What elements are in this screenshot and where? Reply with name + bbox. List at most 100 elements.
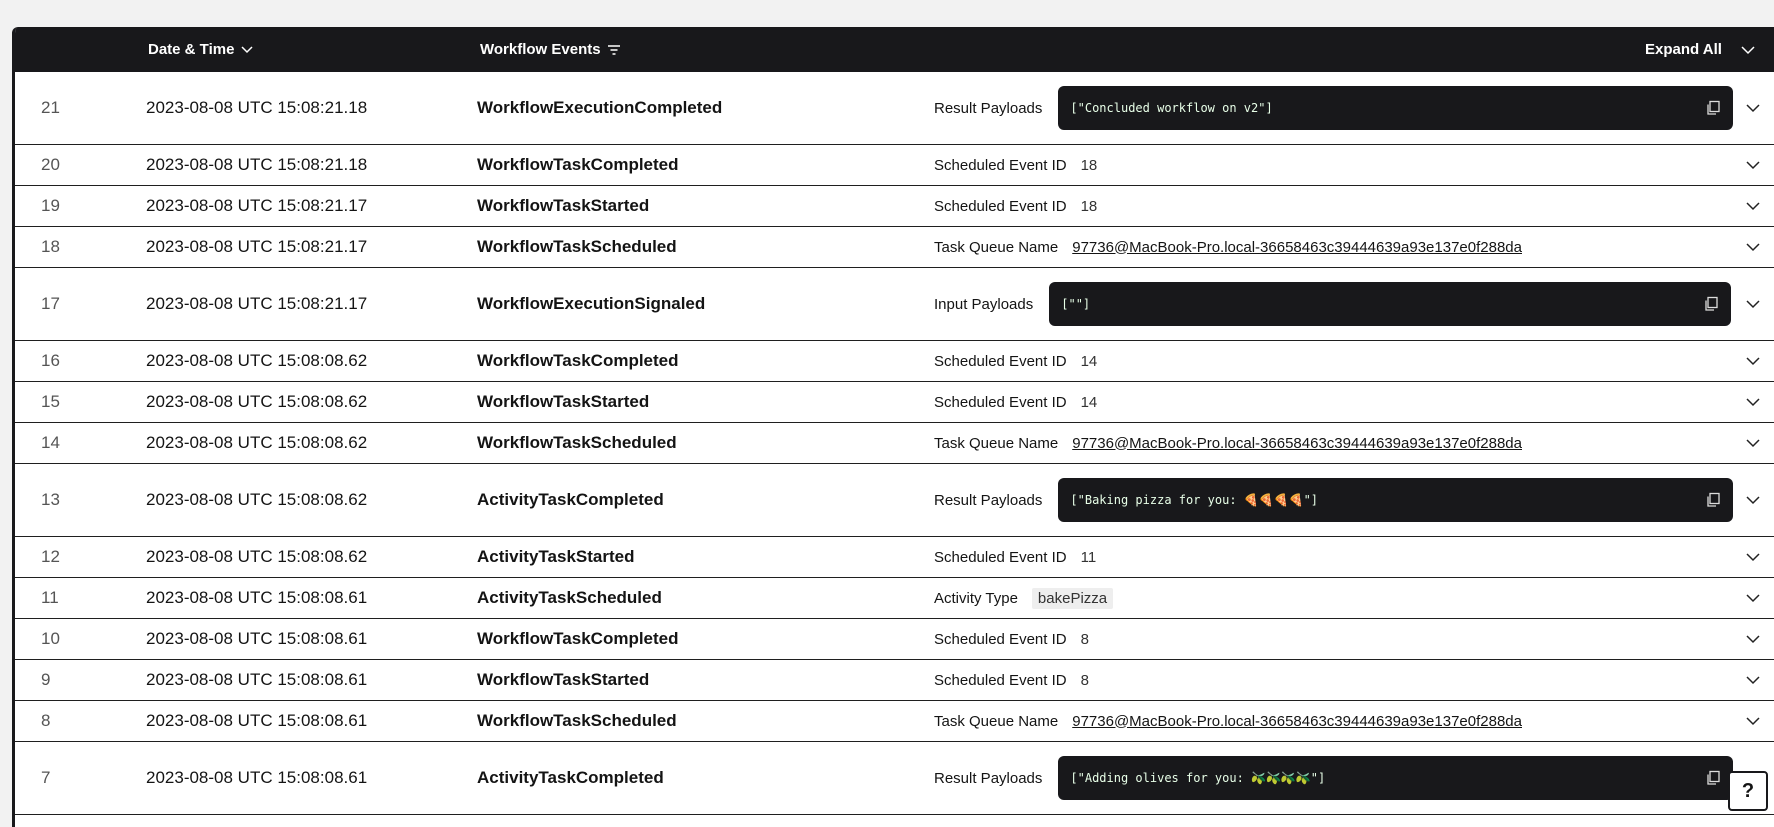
chevron-down-icon bbox=[1746, 104, 1760, 113]
event-type: WorkflowTaskScheduled bbox=[477, 711, 677, 730]
row-expand-toggle[interactable] bbox=[1745, 145, 1761, 185]
event-row[interactable]: 8 2023-08-08 UTC 15:08:08.61 WorkflowTaskS… bbox=[15, 701, 1774, 742]
event-detail: Result Payloads ["Baking pizza for you: 🍕… bbox=[934, 464, 1734, 536]
row-expand-toggle[interactable] bbox=[1745, 72, 1761, 144]
row-expand-toggle[interactable] bbox=[1745, 537, 1761, 577]
event-row[interactable]: 11 2023-08-08 UTC 15:08:08.61 ActivityTask… bbox=[15, 578, 1774, 619]
event-timestamp: 2023-08-08 UTC 15:08:21.18 bbox=[146, 155, 368, 174]
expand-all-button[interactable]: Expand All bbox=[1645, 27, 1756, 72]
event-row[interactable]: 18 2023-08-08 UTC 15:08:21.17 WorkflowTask… bbox=[15, 227, 1774, 268]
event-row[interactable]: 16 2023-08-08 UTC 15:08:08.62 WorkflowTask… bbox=[15, 341, 1774, 382]
event-row[interactable]: 15 2023-08-08 UTC 15:08:08.62 WorkflowTask… bbox=[15, 382, 1774, 423]
event-detail: Task Queue Name 97736@MacBook-Pro.local-3… bbox=[934, 423, 1522, 463]
event-id: 17 bbox=[41, 294, 60, 313]
event-row[interactable]: 7 2023-08-08 UTC 15:08:08.61 ActivityTaskC… bbox=[15, 742, 1774, 815]
filter-icon bbox=[607, 44, 620, 55]
row-expand-toggle[interactable] bbox=[1745, 227, 1761, 267]
event-timestamp: 2023-08-08 UTC 15:08:08.62 bbox=[146, 351, 368, 370]
event-timestamp: 2023-08-08 UTC 15:08:21.17 bbox=[146, 196, 368, 215]
event-detail: Result Payloads ["Adding olives for you: … bbox=[934, 742, 1734, 814]
row-expand-toggle[interactable] bbox=[1745, 701, 1761, 741]
payload-code-block: [""] bbox=[1049, 282, 1732, 326]
event-row[interactable]: 12 2023-08-08 UTC 15:08:08.62 ActivityTask… bbox=[15, 537, 1774, 578]
event-id: 21 bbox=[41, 98, 60, 117]
row-expand-toggle[interactable] bbox=[1745, 464, 1761, 536]
chevron-down-icon bbox=[1746, 553, 1760, 562]
event-rows: 21 2023-08-08 UTC 15:08:21.18 WorkflowExec… bbox=[15, 72, 1774, 815]
event-id: 18 bbox=[41, 237, 60, 256]
detail-label: Task Queue Name bbox=[934, 434, 1059, 452]
row-expand-toggle[interactable] bbox=[1745, 382, 1761, 422]
detail-label: Scheduled Event ID bbox=[934, 156, 1067, 174]
task-queue-link[interactable]: 97736@MacBook-Pro.local-36658463c3944463… bbox=[1072, 435, 1522, 452]
event-timestamp: 2023-08-08 UTC 15:08:08.61 bbox=[146, 711, 368, 730]
event-id: 9 bbox=[41, 670, 51, 689]
workflow-events-filter[interactable]: Workflow Events bbox=[480, 27, 621, 72]
event-id: 11 bbox=[41, 588, 59, 607]
row-expand-toggle[interactable] bbox=[1745, 186, 1761, 226]
row-expand-toggle[interactable] bbox=[1745, 619, 1761, 659]
event-row[interactable]: 20 2023-08-08 UTC 15:08:21.18 WorkflowTask… bbox=[15, 145, 1774, 186]
event-detail: Scheduled Event ID 18 bbox=[934, 145, 1097, 185]
event-timestamp: 2023-08-08 UTC 15:08:08.62 bbox=[146, 433, 368, 452]
date-time-sort[interactable]: Date & Time bbox=[148, 27, 254, 72]
event-detail: Result Payloads ["Concluded workflow on v… bbox=[934, 72, 1734, 144]
task-queue-link[interactable]: 97736@MacBook-Pro.local-36658463c3944463… bbox=[1072, 713, 1522, 730]
event-id: 7 bbox=[41, 768, 51, 787]
detail-label: Scheduled Event ID bbox=[934, 393, 1067, 411]
event-id: 16 bbox=[41, 351, 60, 370]
event-type: WorkflowTaskCompleted bbox=[477, 629, 679, 648]
event-timestamp: 2023-08-08 UTC 15:08:21.17 bbox=[146, 237, 368, 256]
copy-icon[interactable] bbox=[1703, 296, 1719, 312]
payload-code-block: ["Adding olives for you: 🫒🫒🫒🫒"] bbox=[1058, 756, 1734, 800]
event-type: ActivityTaskStarted bbox=[477, 547, 635, 566]
row-expand-toggle[interactable] bbox=[1745, 341, 1761, 381]
payload-value: ["Concluded workflow on v2"] bbox=[1070, 101, 1273, 115]
event-row[interactable]: 19 2023-08-08 UTC 15:08:21.17 WorkflowTask… bbox=[15, 186, 1774, 227]
event-id: 15 bbox=[41, 392, 60, 411]
payload-value: ["Adding olives for you: 🫒🫒🫒🫒"] bbox=[1070, 771, 1326, 785]
detail-label: Scheduled Event ID bbox=[934, 630, 1067, 648]
event-type: WorkflowTaskStarted bbox=[477, 670, 650, 689]
event-type: WorkflowTaskScheduled bbox=[477, 237, 677, 256]
event-detail: Scheduled Event ID 14 bbox=[934, 382, 1097, 422]
event-detail: Input Payloads [""] bbox=[934, 268, 1732, 340]
detail-label: Result Payloads bbox=[934, 491, 1043, 509]
event-type: WorkflowTaskScheduled bbox=[477, 433, 677, 452]
row-expand-toggle[interactable] bbox=[1745, 578, 1761, 618]
detail-value: 8 bbox=[1080, 671, 1089, 689]
event-row[interactable]: 13 2023-08-08 UTC 15:08:08.62 ActivityTask… bbox=[15, 464, 1774, 537]
detail-label: Result Payloads bbox=[934, 769, 1043, 787]
event-timestamp: 2023-08-08 UTC 15:08:21.17 bbox=[146, 294, 368, 313]
event-type: ActivityTaskScheduled bbox=[477, 588, 662, 607]
event-detail: Scheduled Event ID 14 bbox=[934, 341, 1097, 381]
row-expand-toggle[interactable] bbox=[1745, 660, 1761, 700]
event-row[interactable]: 21 2023-08-08 UTC 15:08:21.18 WorkflowExec… bbox=[15, 72, 1774, 145]
copy-icon[interactable] bbox=[1705, 100, 1721, 116]
chevron-down-icon bbox=[1746, 676, 1760, 685]
row-expand-toggle[interactable] bbox=[1745, 423, 1761, 463]
row-expand-toggle[interactable] bbox=[1745, 268, 1761, 340]
copy-icon[interactable] bbox=[1705, 770, 1721, 786]
chevron-down-icon bbox=[1746, 243, 1760, 252]
table-header: Date & Time Workflow Events Expand All bbox=[15, 27, 1774, 72]
detail-label: Input Payloads bbox=[934, 295, 1034, 313]
detail-label: Scheduled Event ID bbox=[934, 352, 1067, 370]
event-id: 14 bbox=[41, 433, 60, 452]
payload-value: ["Baking pizza for you: 🍕🍕🍕🍕"] bbox=[1070, 493, 1319, 507]
chevron-down-icon bbox=[241, 45, 253, 53]
chevron-down-icon bbox=[1746, 398, 1760, 407]
event-row[interactable]: 14 2023-08-08 UTC 15:08:08.62 WorkflowTask… bbox=[15, 423, 1774, 464]
task-queue-link[interactable]: 97736@MacBook-Pro.local-36658463c3944463… bbox=[1072, 239, 1522, 256]
detail-value: 14 bbox=[1080, 393, 1098, 411]
event-row[interactable]: 17 2023-08-08 UTC 15:08:21.17 WorkflowExec… bbox=[15, 268, 1774, 341]
event-row[interactable]: 10 2023-08-08 UTC 15:08:08.61 WorkflowTask… bbox=[15, 619, 1774, 660]
copy-icon[interactable] bbox=[1705, 492, 1721, 508]
workflow-events-header: Workflow Events bbox=[480, 41, 601, 58]
event-detail: Scheduled Event ID 18 bbox=[934, 186, 1097, 226]
event-id: 12 bbox=[41, 547, 60, 566]
event-row[interactable]: 9 2023-08-08 UTC 15:08:08.61 WorkflowTaskS… bbox=[15, 660, 1774, 701]
event-timestamp: 2023-08-08 UTC 15:08:08.61 bbox=[146, 588, 368, 607]
help-button[interactable]: ? bbox=[1728, 771, 1768, 811]
chevron-down-icon bbox=[1746, 439, 1760, 448]
